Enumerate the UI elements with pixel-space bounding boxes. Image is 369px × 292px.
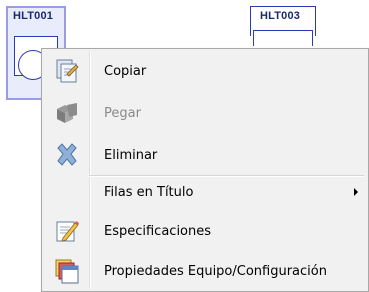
menu-item-label: Propiedades Equipo/Configuración (104, 263, 327, 279)
menu-item-propiedades-equipo[interactable]: Propiedades Equipo/Configuración (44, 255, 366, 287)
menu-item-label: Pegar (104, 105, 141, 121)
menu-item-especificaciones[interactable]: Especificaciones (44, 215, 366, 247)
menu-separator (89, 175, 364, 176)
menu-item-label: Especificaciones (104, 223, 212, 239)
paste-icon (44, 97, 89, 129)
menu-item-pegar[interactable]: Pegar (44, 97, 366, 129)
node-title: HLT001 (13, 10, 54, 22)
context-menu: Copiar Pegar Eliminar Filas en Título Es… (41, 48, 369, 292)
menu-item-filas-en-titulo[interactable]: Filas en Título (44, 177, 366, 207)
menu-item-label: Eliminar (104, 147, 158, 163)
menu-item-label: Filas en Título (104, 184, 194, 200)
menu-item-eliminar[interactable]: Eliminar (44, 139, 366, 171)
submenu-arrow-icon (354, 188, 358, 196)
specifications-icon (44, 215, 89, 247)
menu-icon-empty (44, 176, 89, 208)
equipment-properties-icon (44, 255, 89, 287)
menu-item-copiar[interactable]: Copiar (44, 55, 366, 87)
node-title: HLT003 (260, 10, 301, 22)
node-body (253, 30, 313, 46)
menu-item-label: Copiar (104, 63, 147, 79)
copy-icon (44, 55, 89, 87)
delete-icon (44, 139, 89, 171)
